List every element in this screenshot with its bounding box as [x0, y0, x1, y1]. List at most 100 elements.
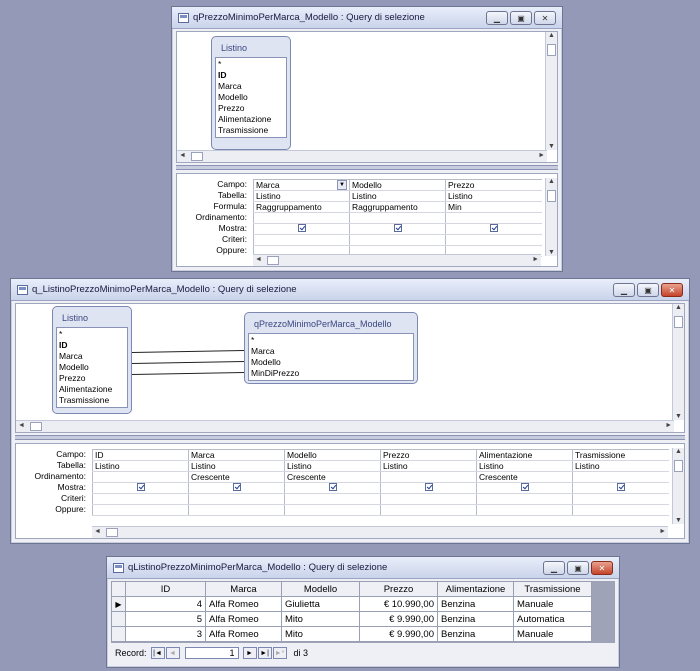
mostra-cell[interactable]: [349, 223, 446, 235]
scroll-right-icon[interactable]: ►: [538, 152, 545, 159]
mostra-checkbox[interactable]: [616, 483, 625, 491]
scroll-thumb[interactable]: [674, 316, 683, 328]
mostra-checkbox[interactable]: [136, 483, 145, 491]
row-selector[interactable]: [111, 611, 126, 627]
last-record-icon[interactable]: ►|: [257, 647, 272, 659]
row-selector-current-icon[interactable]: ▶: [111, 596, 126, 612]
column-header[interactable]: ID: [125, 581, 206, 597]
diagram-horizontal-scrollbar[interactable]: ◄ ►: [177, 150, 547, 162]
diagram-vertical-scrollbar[interactable]: ▲ ▼: [672, 304, 684, 420]
ordinamento-cell[interactable]: Crescente: [476, 471, 573, 483]
join-line-marca[interactable]: [131, 350, 244, 353]
tabella-cell[interactable]: Listino: [572, 460, 669, 472]
scroll-left-icon[interactable]: ◄: [179, 152, 186, 159]
campo-cell[interactable]: ID: [92, 449, 189, 461]
field-item[interactable]: Marca: [218, 81, 284, 92]
mostra-checkbox[interactable]: [520, 483, 529, 491]
cell[interactable]: 3: [125, 626, 206, 642]
cell[interactable]: Manuale: [513, 596, 592, 612]
criteri-cell[interactable]: [445, 234, 542, 246]
tabella-cell[interactable]: Listino: [476, 460, 573, 472]
campo-cell[interactable]: Marca ▼: [253, 179, 350, 191]
close-button[interactable]: ✕: [661, 283, 683, 297]
cell[interactable]: 4: [125, 596, 206, 612]
column-header[interactable]: Modello: [281, 581, 360, 597]
ordinamento-cell[interactable]: [572, 471, 669, 483]
close-button[interactable]: ✕: [534, 11, 556, 25]
pane-splitter[interactable]: [15, 435, 685, 440]
cell[interactable]: € 9.990,00: [359, 626, 438, 642]
new-record-icon[interactable]: ►*: [272, 647, 287, 659]
scroll-thumb[interactable]: [674, 460, 683, 472]
ordinamento-cell[interactable]: [445, 212, 542, 224]
window-title-bar[interactable]: qListinoPrezzoMinimoPerMarca_Modello : Q…: [107, 557, 619, 579]
ordinamento-cell[interactable]: [253, 212, 350, 224]
field-item[interactable]: *: [251, 335, 411, 346]
close-button[interactable]: ✕: [591, 561, 613, 575]
field-item[interactable]: Trasmissione: [59, 395, 125, 406]
cell[interactable]: 5: [125, 611, 206, 627]
campo-cell[interactable]: Prezzo: [445, 179, 542, 191]
criteri-cell[interactable]: [284, 493, 381, 505]
next-record-icon[interactable]: ►: [242, 647, 257, 659]
field-item[interactable]: Trasmissione: [218, 125, 284, 136]
field-item[interactable]: Modello: [218, 92, 284, 103]
column-header[interactable]: Marca: [205, 581, 282, 597]
field-item[interactable]: Alimentazione: [218, 114, 284, 125]
scroll-down-icon[interactable]: ▼: [675, 413, 682, 420]
scroll-left-icon[interactable]: ◄: [255, 256, 262, 263]
table-row[interactable]: 5 Alfa Romeo Mito € 9.990,00 Benzina Aut…: [111, 611, 592, 627]
previous-record-icon[interactable]: ◄: [165, 647, 180, 659]
tabella-cell[interactable]: Listino: [445, 190, 542, 202]
campo-cell[interactable]: Modello: [349, 179, 446, 191]
dropdown-arrow-icon[interactable]: ▼: [337, 180, 347, 190]
ordinamento-cell[interactable]: Crescente: [188, 471, 285, 483]
join-line-modello[interactable]: [131, 361, 244, 364]
formula-cell[interactable]: Min: [445, 201, 542, 213]
first-record-icon[interactable]: |◄: [150, 647, 165, 659]
cell[interactable]: Mito: [281, 611, 360, 627]
criteri-cell[interactable]: [253, 234, 350, 246]
field-item[interactable]: Modello: [59, 362, 125, 373]
table-listino[interactable]: Listino * ID Marca Modello Prezzo Alimen…: [211, 36, 291, 150]
cell[interactable]: Manuale: [513, 626, 592, 642]
scroll-thumb[interactable]: [106, 528, 118, 537]
cell[interactable]: Alfa Romeo: [205, 626, 282, 642]
field-item[interactable]: Prezzo: [218, 103, 284, 114]
cell[interactable]: Benzina: [437, 626, 514, 642]
scroll-up-icon[interactable]: ▲: [675, 304, 682, 311]
field-item[interactable]: ID: [59, 340, 125, 351]
oppure-cell[interactable]: [284, 504, 381, 516]
ordinamento-cell[interactable]: [92, 471, 189, 483]
scroll-thumb[interactable]: [547, 44, 556, 56]
table-row[interactable]: 3 Alfa Romeo Mito € 9.990,00 Benzina Man…: [111, 626, 592, 642]
maximize-button[interactable]: ▣: [637, 283, 659, 297]
field-item[interactable]: MinDiPrezzo: [251, 368, 411, 379]
criteri-cell[interactable]: [349, 234, 446, 246]
scroll-up-icon[interactable]: ▲: [548, 178, 555, 185]
pane-splitter[interactable]: [176, 165, 558, 170]
mostra-cell[interactable]: [253, 223, 350, 235]
field-item[interactable]: ID: [218, 70, 284, 81]
field-item[interactable]: Marca: [251, 346, 411, 357]
cell[interactable]: Giulietta: [281, 596, 360, 612]
field-item[interactable]: Modello: [251, 357, 411, 368]
mostra-cell[interactable]: [92, 482, 189, 494]
campo-cell[interactable]: Modello: [284, 449, 381, 461]
oppure-cell[interactable]: [92, 504, 189, 516]
maximize-button[interactable]: ▣: [567, 561, 589, 575]
mostra-cell[interactable]: [476, 482, 573, 494]
cell[interactable]: Benzina: [437, 611, 514, 627]
tabella-cell[interactable]: Listino: [380, 460, 477, 472]
criteri-cell[interactable]: [380, 493, 477, 505]
maximize-button[interactable]: ▣: [510, 11, 532, 25]
window-title-bar[interactable]: qPrezzoMinimoPerMarca_Modello : Query di…: [172, 7, 562, 29]
cell[interactable]: Automatica: [513, 611, 592, 627]
mostra-checkbox[interactable]: [328, 483, 337, 491]
scroll-thumb[interactable]: [191, 152, 203, 161]
cell[interactable]: Benzina: [437, 596, 514, 612]
scroll-right-icon[interactable]: ►: [659, 528, 666, 535]
minimize-button[interactable]: ▁: [613, 283, 635, 297]
tabella-cell[interactable]: Listino: [349, 190, 446, 202]
cell[interactable]: € 10.990,00: [359, 596, 438, 612]
